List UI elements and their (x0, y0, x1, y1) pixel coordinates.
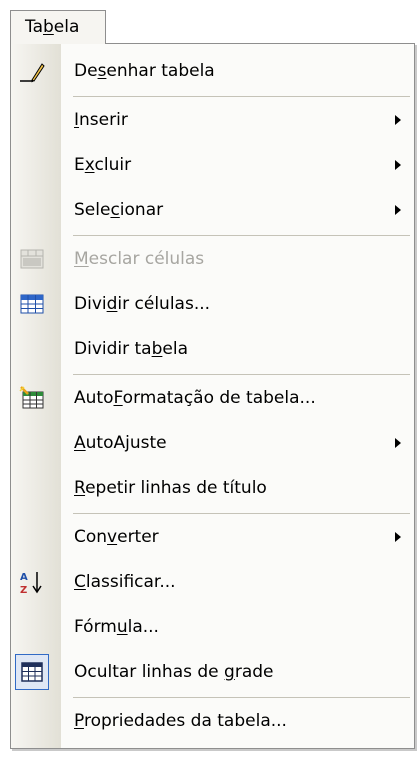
menu-item-label: AutoFormatação de tabela... (74, 388, 316, 408)
submenu-arrow-icon (395, 115, 401, 125)
menu-item-selecionar[interactable]: Selecionar (11, 188, 414, 233)
menu-item-label: AutoAjuste (74, 433, 167, 453)
gridlines-icon (18, 659, 46, 685)
menu-separator (73, 96, 410, 97)
menu-item-dividir-celulas[interactable]: Dividir células... (11, 282, 414, 327)
svg-text:Z: Z (20, 585, 27, 595)
menu-item-inserir[interactable]: Inserir (11, 98, 414, 143)
submenu-arrow-icon (395, 205, 401, 215)
tabela-dropdown-menu: Desenhar tabela Inserir Excluir Selecion… (10, 43, 415, 749)
menu-separator (73, 697, 410, 698)
menu-item-label: Fórmula... (74, 617, 159, 637)
menu-item-ocultar-linhas-grade[interactable]: Ocultar linhas de grade (11, 650, 414, 695)
menu-separator (73, 235, 410, 236)
submenu-arrow-icon (395, 438, 401, 448)
menu-item-dividir-tabela[interactable]: Dividir tabela (11, 327, 414, 372)
sort-az-icon: A Z (18, 569, 46, 595)
svg-text:A: A (20, 572, 28, 583)
menu-item-propriedades-tabela[interactable]: Propriedades da tabela... (11, 699, 414, 744)
menu-item-excluir[interactable]: Excluir (11, 143, 414, 188)
menu-separator (73, 374, 410, 375)
menu-item-mesclar-celulas: Mesclar células (11, 237, 414, 282)
menu-item-label: Desenhar tabela (74, 61, 215, 81)
menu-tab-tabela[interactable]: Tabela (10, 10, 106, 44)
menu-separator (73, 513, 410, 514)
menu-item-label: Dividir células... (74, 294, 211, 314)
menu-item-label: Propriedades da tabela... (74, 711, 287, 731)
split-cells-icon (18, 291, 46, 317)
menu-item-label: Repetir linhas de título (74, 478, 267, 498)
menu-item-formula[interactable]: Fórmula... (11, 605, 414, 650)
pencil-icon (18, 58, 46, 84)
menu-item-label: Dividir tabela (74, 339, 188, 359)
menu-tab-label: Tabela (25, 17, 80, 37)
menu-item-label: Ocultar linhas de grade (74, 662, 274, 682)
menu-item-classificar[interactable]: A Z Classificar... (11, 560, 414, 605)
menu-item-label: Mesclar células (74, 249, 205, 269)
menu-item-converter[interactable]: Converter (11, 515, 414, 560)
menu-item-autoformatacao[interactable]: AutoFormatação de tabela... (11, 376, 414, 421)
menu-item-label: Classificar... (74, 572, 176, 592)
submenu-arrow-icon (395, 160, 401, 170)
menu-item-label: Inserir (74, 110, 128, 130)
menu-item-label: Selecionar (74, 200, 164, 220)
menu-item-repetir-linhas-titulo[interactable]: Repetir linhas de título (11, 466, 414, 511)
menu-item-label: Excluir (74, 155, 132, 175)
menu-item-label: Converter (74, 527, 159, 547)
menu-item-autoajuste[interactable]: AutoAjuste (11, 421, 414, 466)
menu-item-desenhar-tabela[interactable]: Desenhar tabela (11, 49, 414, 94)
table-autoformat-icon (18, 385, 46, 411)
submenu-arrow-icon (395, 532, 401, 542)
merge-cells-icon (18, 246, 46, 272)
